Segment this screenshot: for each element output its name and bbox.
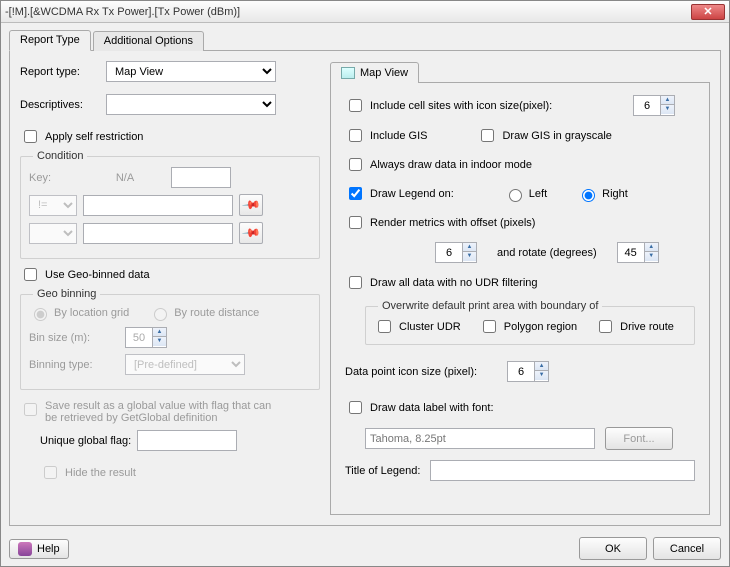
by-route-radio[interactable]: [154, 308, 167, 321]
overwrite-legend: Overwrite default print area with bounda…: [378, 300, 602, 312]
help-icon: [18, 542, 32, 556]
overwrite-fieldset: Overwrite default print area with bounda…: [365, 306, 695, 345]
title-of-legend-input[interactable]: [430, 460, 695, 481]
use-geo-binned-checkbox[interactable]: [24, 268, 37, 281]
geo-binning-fieldset: Geo binning By location grid By route di…: [20, 294, 320, 390]
geo-binning-legend: Geo binning: [33, 288, 100, 300]
bin-size-spinner[interactable]: ▲▼: [125, 327, 167, 348]
ok-button[interactable]: OK: [579, 537, 647, 560]
descriptives-select[interactable]: [106, 94, 276, 115]
include-gis-checkbox[interactable]: [349, 129, 362, 142]
binning-type-select[interactable]: [Pre-defined]: [125, 354, 245, 375]
condition-pick-button-1[interactable]: 📌: [239, 194, 263, 216]
spinner-up-icon[interactable]: ▲: [153, 328, 166, 337]
spinner-up-icon[interactable]: ▲: [535, 362, 548, 371]
title-of-legend-label: Title of Legend:: [345, 465, 420, 477]
cancel-button[interactable]: Cancel: [653, 537, 721, 560]
close-button[interactable]: ✕: [691, 4, 725, 20]
tab-map-view[interactable]: Map View: [330, 62, 419, 83]
spinner-down-icon[interactable]: ▼: [535, 371, 548, 380]
pushpin-icon: 📌: [241, 223, 261, 243]
spinner-down-icon[interactable]: ▼: [463, 252, 476, 261]
pushpin-icon: 📌: [241, 195, 261, 215]
offset-input[interactable]: [436, 243, 462, 262]
condition-value-input-1[interactable]: [83, 195, 233, 216]
binning-type-label: Binning type:: [29, 359, 119, 371]
legend-left-radio[interactable]: [509, 189, 522, 202]
data-point-label: Data point icon size (pixel):: [345, 366, 477, 378]
save-result-checkbox[interactable]: [24, 403, 37, 416]
hide-result-label: Hide the result: [65, 467, 136, 479]
condition-key-input[interactable]: [171, 167, 231, 188]
condition-fieldset: Condition Key: N/A != 📌: [20, 156, 320, 259]
rotate-label: and rotate (degrees): [497, 247, 597, 259]
tab-additional-options[interactable]: Additional Options: [93, 31, 204, 51]
cell-icon-size-spinner[interactable]: ▲▼: [633, 95, 675, 116]
include-cell-sites-checkbox[interactable]: [349, 99, 362, 112]
legend-right-radio[interactable]: [582, 189, 595, 202]
no-udr-checkbox[interactable]: [349, 276, 362, 289]
drive-route-checkbox[interactable]: [599, 320, 612, 333]
rotate-spinner[interactable]: ▲▼: [617, 242, 659, 263]
draw-label-font-checkbox[interactable]: [349, 401, 362, 414]
condition-pick-button-2[interactable]: 📌: [239, 222, 263, 244]
offset-spinner[interactable]: ▲▼: [435, 242, 477, 263]
condition-value-input-2[interactable]: [83, 223, 233, 244]
font-button[interactable]: Font...: [605, 427, 673, 450]
spinner-up-icon[interactable]: ▲: [661, 96, 674, 105]
cluster-udr-checkbox[interactable]: [378, 320, 391, 333]
polygon-checkbox[interactable]: [483, 320, 496, 333]
font-display-input: [365, 428, 595, 449]
tab-report-type[interactable]: Report Type: [9, 30, 91, 51]
apply-self-restriction-checkbox[interactable]: [24, 130, 37, 143]
use-geo-binned-label: Use Geo-binned data: [45, 269, 150, 281]
bin-size-label: Bin size (m):: [29, 332, 119, 344]
right-tabstrip: Map View: [330, 61, 710, 83]
data-point-spinner[interactable]: ▲▼: [507, 361, 549, 382]
window-title: -[!M].[&WCDMA Rx Tx Power].[Tx Power (dB…: [5, 6, 691, 18]
help-button[interactable]: Help: [9, 539, 69, 559]
condition-legend: Condition: [33, 150, 87, 162]
draw-gis-grayscale-checkbox[interactable]: [481, 129, 494, 142]
condition-op-select[interactable]: !=: [29, 195, 77, 216]
report-type-label: Report type:: [20, 66, 100, 78]
spinner-down-icon[interactable]: ▼: [661, 105, 674, 114]
map-view-icon: [341, 67, 355, 79]
condition-key-label: Key:: [29, 172, 79, 184]
bin-size-input[interactable]: [126, 328, 152, 347]
always-indoor-checkbox[interactable]: [349, 158, 362, 171]
spinner-down-icon[interactable]: ▼: [153, 337, 166, 346]
apply-self-restriction-label: Apply self restriction: [45, 131, 143, 143]
cell-icon-size-input[interactable]: [634, 96, 660, 115]
data-point-input[interactable]: [508, 362, 534, 381]
rotate-input[interactable]: [618, 243, 644, 262]
by-location-radio[interactable]: [34, 308, 47, 321]
titlebar: -[!M].[&WCDMA Rx Tx Power].[Tx Power (dB…: [1, 1, 729, 23]
unique-flag-label: Unique global flag:: [40, 435, 131, 447]
hide-result-checkbox[interactable]: [44, 466, 57, 479]
draw-legend-checkbox[interactable]: [349, 187, 362, 200]
condition-logic-select[interactable]: [29, 223, 77, 244]
render-offset-checkbox[interactable]: [349, 216, 362, 229]
spinner-up-icon[interactable]: ▲: [463, 243, 476, 252]
save-result-label: Save result as a global value with flag …: [45, 400, 285, 424]
report-type-select[interactable]: Map View: [106, 61, 276, 82]
main-tabstrip: Report Type Additional Options: [9, 29, 721, 51]
unique-flag-input[interactable]: [137, 430, 237, 451]
descriptives-label: Descriptives:: [20, 99, 100, 111]
spinner-up-icon[interactable]: ▲: [645, 243, 658, 252]
condition-key-value: N/A: [85, 172, 165, 184]
spinner-down-icon[interactable]: ▼: [645, 252, 658, 261]
